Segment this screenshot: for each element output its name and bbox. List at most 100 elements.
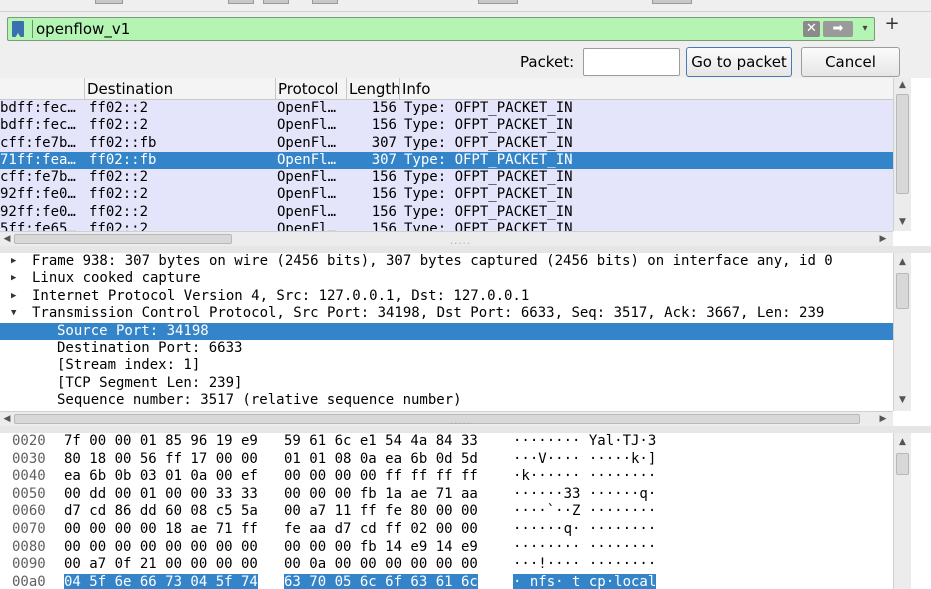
- ascii-bytes[interactable]: ···V···· ·····k·]: [513, 451, 656, 469]
- packet-row[interactable]: 92ff:fe0… ff02::2 OpenFl… 156 Type: OFPT_PAC…: [0, 203, 893, 222]
- display-filter-input[interactable]: [36, 19, 796, 39]
- column-header-source[interactable]: [0, 78, 84, 100]
- hex-bytes-group[interactable]: 00 00 00 fb 14 e9 14 e9: [284, 539, 478, 557]
- scroll-thumb[interactable]: [14, 234, 232, 244]
- hex-bytes-group[interactable]: ea 6b 0b 03 01 0a 00 ef: [64, 468, 258, 486]
- toolbar-button-stub[interactable]: [478, 0, 518, 4]
- packet-row[interactable]: 71ff:fea… ff02::fb OpenFl… 307 Type: OFPT_PA…: [0, 151, 893, 170]
- clear-filter-icon[interactable]: ✕: [803, 21, 820, 37]
- detail-row[interactable]: ▶ Frame 938: 307 bytes on wire (2456 bits…: [0, 253, 893, 270]
- scroll-down-icon[interactable]: ▼: [894, 215, 911, 229]
- ascii-bytes[interactable]: ······q· ········: [513, 521, 656, 539]
- hex-bytes-group[interactable]: 80 18 00 56 ff 17 00 00: [64, 451, 258, 469]
- scroll-up-icon[interactable]: ▲: [894, 435, 911, 449]
- hex-bytes-group[interactable]: 00 dd 00 01 00 00 33 33: [64, 486, 258, 504]
- pane-splitter[interactable]: [0, 416, 931, 433]
- scroll-left-icon[interactable]: ◀: [0, 232, 14, 246]
- column-header-info[interactable]: Info: [399, 78, 893, 100]
- scroll-up-icon[interactable]: ▲: [894, 78, 911, 92]
- detail-row[interactable]: ▶ Linux cooked capture: [0, 270, 893, 287]
- hex-bytes-group[interactable]: d7 cd 86 dd 60 08 c5 5a: [64, 503, 258, 521]
- hex-bytes-group[interactable]: 04 5f 6e 66 73 04 5f 74: [64, 573, 258, 589]
- add-filter-button-icon[interactable]: +: [883, 14, 901, 34]
- ascii-bytes[interactable]: ·k······ ········: [513, 468, 656, 486]
- byte-offset[interactable]: 0090: [12, 556, 46, 574]
- hex-bytes-group[interactable]: fe aa d7 cd ff 02 00 00: [284, 521, 478, 539]
- toolbar-button-stub[interactable]: [95, 0, 123, 4]
- hex-bytes-group[interactable]: 00 a7 0f 21 00 00 00 00: [64, 556, 258, 574]
- packet-row[interactable]: 92ff:fe0… ff02::2 OpenFl… 156 Type: OFPT_PAC…: [0, 186, 893, 204]
- detail-text: Frame 938: 307 bytes on wire (2456 bits)…: [32, 253, 833, 269]
- hex-bytes-group[interactable]: 00 0a 00 00 00 00 00 00: [284, 556, 478, 574]
- byte-offset[interactable]: 0040: [12, 468, 46, 486]
- ascii-bytes[interactable]: ········ ········: [513, 539, 656, 557]
- detail-row[interactable]: [TCP Segment Len: 239]: [0, 375, 893, 392]
- hex-bytes-group[interactable]: 63 70 05 6c 6f 63 61 6c: [284, 573, 478, 589]
- byte-offset[interactable]: 0070: [12, 521, 46, 539]
- collapsed-arrow-icon[interactable]: ▶: [11, 270, 21, 287]
- filter-history-dropdown-icon[interactable]: ▾: [858, 21, 872, 37]
- packet-row[interactable]: bdff:fec… ff02::2 OpenFl… 156 Type: OFPT_PAC…: [0, 117, 893, 135]
- collapsed-arrow-icon[interactable]: ▶: [11, 253, 21, 270]
- toolbar-button-stub[interactable]: [312, 0, 338, 4]
- hex-bytes-group[interactable]: 7f 00 00 01 85 96 19 e9: [64, 433, 258, 451]
- scroll-thumb[interactable]: [896, 453, 909, 475]
- byte-offset[interactable]: 0050: [12, 486, 46, 504]
- go-to-packet-button[interactable]: Go to packet: [686, 47, 792, 77]
- pane-splitter[interactable]: [0, 236, 931, 253]
- column-header-destination[interactable]: Destination: [84, 78, 275, 100]
- packet-row[interactable]: bdff:fec… ff02::2 OpenFl… 156 Type: OFPT_PAC…: [0, 100, 893, 118]
- ascii-bytes[interactable]: ·_nfs·_t cp·local: [513, 573, 657, 589]
- details-vscroll[interactable]: ▲ ▼: [893, 253, 911, 411]
- hex-bytes-group[interactable]: 00 a7 11 ff fe 80 00 00: [284, 503, 478, 521]
- scroll-up-icon[interactable]: ▲: [894, 255, 911, 269]
- column-header-length[interactable]: Length: [346, 78, 399, 100]
- cancel-button[interactable]: Cancel: [801, 47, 900, 77]
- scroll-thumb[interactable]: [896, 273, 909, 309]
- hex-bytes-group[interactable]: 01 01 08 0a ea 6b 0d 5d: [284, 451, 478, 469]
- collapsed-arrow-icon[interactable]: ▶: [11, 288, 21, 305]
- scroll-left-icon[interactable]: ◀: [0, 412, 14, 426]
- byte-offset[interactable]: 0020: [12, 433, 46, 451]
- ascii-bytes[interactable]: ····`··Z ········: [513, 503, 656, 521]
- packet-list-vscroll[interactable]: ▲ ▼: [893, 78, 911, 231]
- byte-offset[interactable]: 0060: [12, 503, 46, 521]
- ascii-bytes[interactable]: ········ Yal·TJ·3: [513, 433, 656, 451]
- hex-bytes-group[interactable]: 00 00 00 fb 1a ae 71 aa: [284, 486, 478, 504]
- hex-bytes-group[interactable]: 00 00 00 00 00 00 00 00: [64, 539, 258, 557]
- byte-offset[interactable]: 0080: [12, 539, 46, 557]
- packet-row[interactable]: 5ff:fe65… ff02::2 OpenFl… 156 Type: OFPT_PAC…: [0, 221, 893, 231]
- scroll-down-icon[interactable]: ▼: [894, 393, 911, 407]
- detail-row[interactable]: Destination Port: 6633: [0, 340, 893, 357]
- scroll-thumb[interactable]: [14, 414, 860, 424]
- packet-row[interactable]: cff:fe7b… ff02::2 OpenFl… 156 Type: OFPT_PAC…: [0, 169, 893, 187]
- detail-row[interactable]: [Stream index: 1]: [0, 357, 893, 374]
- detail-row[interactable]: Sequence number: 3517 (relative sequence…: [0, 392, 893, 409]
- packet-list-hscroll[interactable]: ◀ ▶: [0, 231, 893, 246]
- toolbar-button-stub[interactable]: [228, 0, 254, 4]
- bookmark-icon[interactable]: [12, 21, 24, 38]
- packet-number-input[interactable]: [583, 48, 680, 76]
- expanded-arrow-icon[interactable]: ▼: [11, 305, 21, 322]
- byte-offset[interactable]: 0030: [12, 451, 46, 469]
- packet-bytes-pane: 0020 7f 00 00 01 85 96 19 e9 59 61 6c e1 5…: [0, 433, 911, 589]
- scroll-right-icon[interactable]: ▶: [876, 412, 890, 426]
- toolbar-button-stub[interactable]: [652, 0, 692, 4]
- detail-row[interactable]: ▶ Internet Protocol Version 4, Src: 127.0…: [0, 288, 893, 305]
- packet-row[interactable]: cff:fe7b… ff02::fb OpenFl… 307 Type: OFPT_PA…: [0, 134, 893, 152]
- hex-bytes-group[interactable]: 59 61 6c e1 54 4a 84 33: [284, 433, 478, 451]
- column-header-protocol[interactable]: Protocol: [275, 78, 346, 100]
- byte-offset[interactable]: 00a0: [12, 574, 46, 589]
- hex-bytes-group[interactable]: 00 00 00 00 18 ae 71 ff: [64, 521, 258, 539]
- detail-row[interactable]: Source Port: 34198: [0, 322, 893, 340]
- hex-bytes-group[interactable]: 00 00 00 00 ff ff ff ff: [284, 468, 478, 486]
- ascii-bytes[interactable]: ······33 ······q·: [513, 486, 656, 504]
- detail-row[interactable]: ▼ Transmission Control Protocol, Src Port…: [0, 305, 893, 322]
- details-hscroll[interactable]: ◀ ▶: [0, 411, 893, 426]
- scroll-right-icon[interactable]: ▶: [876, 232, 890, 246]
- toolbar-button-stub[interactable]: [263, 0, 289, 4]
- ascii-bytes[interactable]: ···!···· ········: [513, 556, 656, 574]
- apply-filter-icon[interactable]: ➡: [823, 21, 853, 37]
- scroll-thumb[interactable]: [896, 94, 909, 194]
- bytes-vscroll[interactable]: ▲: [893, 433, 911, 589]
